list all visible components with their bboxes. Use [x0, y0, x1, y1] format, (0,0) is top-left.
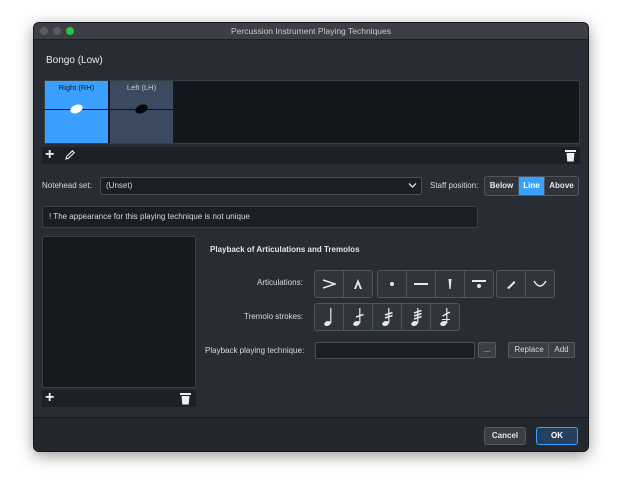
technique-grid: Right (RH) Left (LH) — [44, 80, 580, 144]
cancel-button[interactable]: Cancel — [484, 427, 526, 445]
plus-icon[interactable]: + — [45, 390, 54, 406]
tenuto-staccato-icon[interactable] — [465, 271, 493, 297]
tenuto-icon[interactable] — [407, 271, 436, 297]
replace-button[interactable]: Replace — [508, 342, 550, 358]
notehead-icon — [68, 102, 85, 116]
tremolo-4-icon[interactable] — [431, 304, 459, 330]
notehead-set-value: (Unset) — [106, 181, 133, 190]
dialog-footer: Cancel OK — [34, 417, 588, 451]
articulation-group-3 — [496, 270, 555, 298]
technique-list-panel — [42, 236, 196, 388]
chevron-down-icon — [408, 183, 417, 188]
add-button[interactable]: Add — [548, 342, 575, 358]
staccato-icon[interactable] — [378, 271, 407, 297]
tremolo-group — [314, 303, 460, 331]
title-bar: Percussion Instrument Playing Techniques — [34, 23, 588, 40]
technique-cell-left[interactable]: Left (LH) — [109, 81, 173, 143]
warning-banner: ! The appearance for this playing techni… — [42, 206, 478, 228]
tremolo-1-icon[interactable] — [344, 304, 373, 330]
playback-heading: Playback of Articulations and Tremolos — [210, 245, 360, 254]
playback-technique-label: Playback playing technique: — [205, 346, 305, 355]
instrument-name: Bongo (Low) — [46, 55, 103, 66]
ok-button[interactable]: OK — [536, 427, 578, 445]
playback-technique-field[interactable] — [315, 342, 475, 359]
list-toolbar: + — [42, 390, 196, 407]
staccatissimo-icon[interactable] — [436, 271, 465, 297]
unstress-icon[interactable] — [526, 271, 554, 297]
quarter-note-icon[interactable] — [315, 304, 344, 330]
notehead-set-select[interactable]: (Unset) — [100, 177, 422, 195]
trash-icon[interactable] — [565, 149, 576, 164]
technique-label: Right (RH) — [58, 83, 95, 92]
staff-position-control: Below Line Above — [484, 176, 579, 196]
trash-icon[interactable] — [180, 392, 191, 407]
marcato-icon[interactable] — [344, 271, 372, 297]
tremolo-2-icon[interactable] — [373, 304, 402, 330]
staff-position-above[interactable]: Above — [545, 177, 578, 195]
stress-icon[interactable] — [497, 271, 526, 297]
accent-icon[interactable] — [315, 271, 344, 297]
staff-position-label: Staff position: — [430, 181, 479, 190]
tremolo-3-icon[interactable] — [402, 304, 431, 330]
articulation-group-1 — [314, 270, 373, 298]
articulations-label: Articulations: — [257, 278, 303, 287]
plus-icon[interactable]: + — [45, 147, 54, 163]
window-title: Percussion Instrument Playing Techniques — [230, 26, 391, 36]
dialog-window: Percussion Instrument Playing Techniques… — [34, 23, 588, 451]
browse-button[interactable]: ... — [478, 342, 496, 358]
staff-position-line[interactable]: Line — [519, 177, 545, 195]
pencil-icon[interactable] — [64, 149, 76, 163]
technique-label: Left (LH) — [126, 83, 157, 92]
technique-cell-right[interactable]: Right (RH) — [45, 81, 108, 143]
staff-position-below[interactable]: Below — [485, 177, 519, 195]
articulation-group-2 — [377, 270, 494, 298]
technique-toolbar: + — [42, 147, 580, 164]
warning-text: ! The appearance for this playing techni… — [49, 212, 250, 221]
tremolo-strokes-label: Tremolo strokes: — [244, 312, 304, 321]
notehead-icon — [133, 102, 150, 116]
notehead-set-label: Notehead set: — [42, 181, 92, 190]
